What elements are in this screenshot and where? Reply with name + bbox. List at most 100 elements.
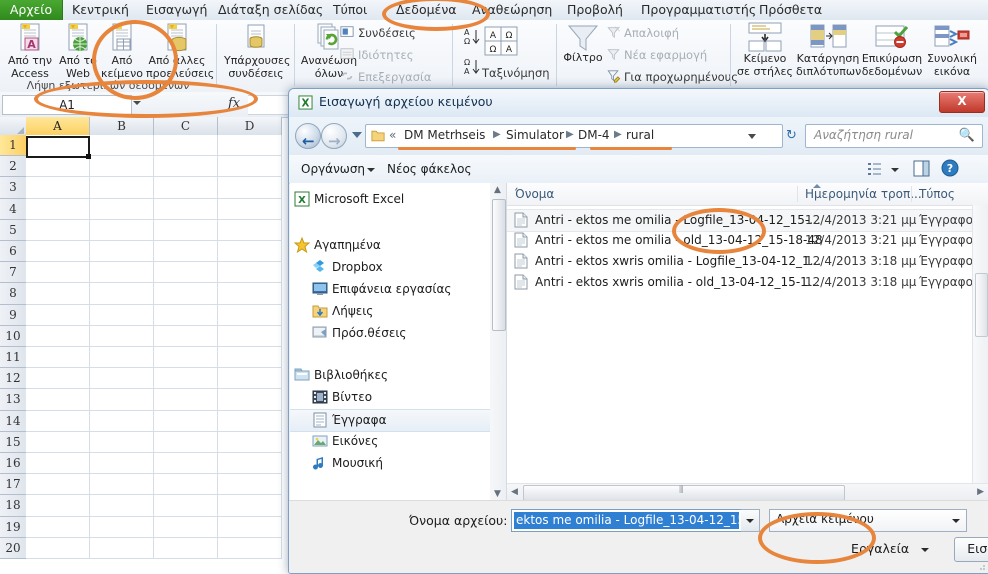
refresh-icon[interactable]: ↻ — [786, 128, 797, 143]
cell-A5[interactable] — [26, 219, 90, 241]
cell-D13[interactable] — [218, 389, 282, 411]
cell-A12[interactable] — [26, 368, 90, 390]
breadcrumb-item-1[interactable]: Simulator — [506, 128, 564, 142]
row-header-15[interactable]: 15 — [0, 431, 27, 453]
ribbon-tab-page-layout[interactable]: Διάταξη σελίδας — [212, 0, 329, 20]
row-header-14[interactable]: 14 — [0, 410, 27, 432]
file-type-select[interactable]: Αρχεία κειμένου — [769, 509, 967, 532]
filename-input[interactable]: ektos me omilia - Logfile_13-04-12_15-18 — [511, 509, 743, 532]
new-folder-button[interactable]: Νέος φάκελος — [387, 162, 472, 176]
row-header-9[interactable]: 9 — [0, 304, 27, 326]
cell-D7[interactable] — [218, 262, 282, 284]
file-row-3[interactable]: Antri - ektos xwris omilia - old_13-04-1… — [507, 272, 988, 293]
nav-scroll-down-icon[interactable]: ▼ — [494, 489, 501, 499]
tools-button[interactable]: Εργαλεία — [851, 541, 909, 556]
address-dropdown-icon[interactable] — [748, 134, 756, 139]
cell-C5[interactable] — [154, 219, 218, 241]
organize-caret-icon[interactable] — [367, 168, 375, 172]
nav-item-9[interactable]: Εικόνες — [290, 431, 490, 452]
cell-A11[interactable] — [26, 347, 90, 369]
nav-item-0[interactable]: X Microsoft Excel — [290, 189, 490, 210]
column-header-C[interactable]: C — [154, 117, 218, 136]
cell-C17[interactable] — [154, 474, 218, 496]
close-icon[interactable]: X — [939, 91, 985, 113]
cell-B14[interactable] — [90, 410, 154, 432]
row-header-4[interactable]: 4 — [0, 198, 27, 220]
hscroll-right-icon[interactable]: ▶ — [977, 487, 984, 497]
cell-B18[interactable] — [90, 495, 154, 517]
cell-A15[interactable] — [26, 431, 90, 453]
cell-C2[interactable] — [154, 156, 218, 178]
row-header-7[interactable]: 7 — [0, 262, 27, 284]
cell-B13[interactable] — [90, 389, 154, 411]
cell-D9[interactable] — [218, 304, 282, 326]
insert-function-icon[interactable]: fx — [228, 96, 240, 111]
organize-button[interactable]: Οργάνωση — [301, 162, 365, 176]
row-header-6[interactable]: 6 — [0, 241, 27, 263]
cell-D8[interactable] — [218, 283, 282, 305]
cell-D11[interactable] — [218, 347, 282, 369]
file-list-vscroll-thumb[interactable] — [975, 273, 988, 337]
column-header-type[interactable]: Τύπος — [919, 187, 955, 201]
cell-D10[interactable] — [218, 325, 282, 347]
row-header-8[interactable]: 8 — [0, 283, 27, 305]
cell-C13[interactable] — [154, 389, 218, 411]
help-icon[interactable]: ? — [941, 159, 959, 177]
cell-B7[interactable] — [90, 262, 154, 284]
cell-C20[interactable] — [154, 537, 218, 559]
cell-D12[interactable] — [218, 368, 282, 390]
cell-C15[interactable] — [154, 431, 218, 453]
cell-A13[interactable] — [26, 389, 90, 411]
preview-pane-icon[interactable] — [913, 160, 930, 177]
cell-B17[interactable] — [90, 474, 154, 496]
cell-B8[interactable] — [90, 283, 154, 305]
name-box-dropdown-icon[interactable] — [133, 101, 141, 105]
file-list-hscrollbar[interactable]: ◀ ▶ — [507, 483, 988, 501]
navigation-pane-scrollbar[interactable]: ▲ ▼ — [490, 183, 507, 501]
view-list-icon[interactable] — [867, 161, 883, 177]
row-header-16[interactable]: 16 — [0, 453, 27, 475]
ribbon-button-consolidate[interactable]: Συνολική εικόνα — [924, 22, 980, 77]
ribbon-button-existing-connections[interactable]: Υπάρχουσες συνδέσεις — [224, 22, 290, 79]
cell-B3[interactable] — [90, 177, 154, 199]
ribbon-button-from-text[interactable]: Από κείμενο — [96, 22, 148, 79]
cell-D17[interactable] — [218, 474, 282, 496]
column-header-A[interactable]: A — [26, 117, 90, 136]
cell-C11[interactable] — [154, 347, 218, 369]
cell-D5[interactable] — [218, 219, 282, 241]
ribbon-tab-review[interactable]: Αναθεώρηση — [466, 0, 558, 20]
tools-caret-icon[interactable] — [921, 548, 929, 552]
cell-B12[interactable] — [90, 368, 154, 390]
cell-C8[interactable] — [154, 283, 218, 305]
cell-D14[interactable] — [218, 410, 282, 432]
cell-D1[interactable] — [218, 135, 282, 157]
column-header-B[interactable]: B — [90, 117, 154, 136]
import-button[interactable]: Εισαγωγή — [954, 537, 988, 562]
hscroll-left-icon[interactable]: ◀ — [511, 487, 518, 497]
sort-az-icon[interactable]: A Ω — [460, 26, 480, 48]
back-button[interactable]: ← — [295, 123, 321, 150]
navigation-pane[interactable]: X Microsoft Excel Αγαπημένα Dropbox Επιφάνει… — [290, 183, 491, 501]
nav-item-5[interactable]: Πρόσ.θέσεις — [290, 323, 490, 344]
ribbon-button-text-to-columns[interactable]: Κείμενο σε στήλες — [734, 22, 796, 77]
ribbon-item-sort[interactable]: Ταξινόμηση — [482, 66, 550, 80]
nav-item-2[interactable]: Dropbox — [290, 257, 490, 278]
cell-D19[interactable] — [218, 516, 282, 538]
cell-A14[interactable] — [26, 410, 90, 432]
column-divider-2[interactable] — [911, 186, 912, 202]
cell-D18[interactable] — [218, 495, 282, 517]
nav-item-6[interactable]: Βιβλιοθήκες — [290, 365, 490, 386]
cell-B9[interactable] — [90, 304, 154, 326]
cell-C18[interactable] — [154, 495, 218, 517]
cell-A19[interactable] — [26, 516, 90, 538]
ribbon-tab-home[interactable]: Κεντρική — [66, 0, 135, 20]
filename-dropdown-icon[interactable] — [741, 509, 760, 532]
cell-A18[interactable] — [26, 495, 90, 517]
cell-D3[interactable] — [218, 177, 282, 199]
ribbon-tab-formulas[interactable]: Τύποι — [327, 0, 373, 20]
cell-A9[interactable] — [26, 304, 90, 326]
file-list-vscrollbar[interactable] — [972, 205, 988, 484]
cell-C7[interactable] — [154, 262, 218, 284]
cell-A8[interactable] — [26, 283, 90, 305]
ribbon-item-advanced-filter[interactable]: Για προχωρημένους — [624, 70, 738, 84]
